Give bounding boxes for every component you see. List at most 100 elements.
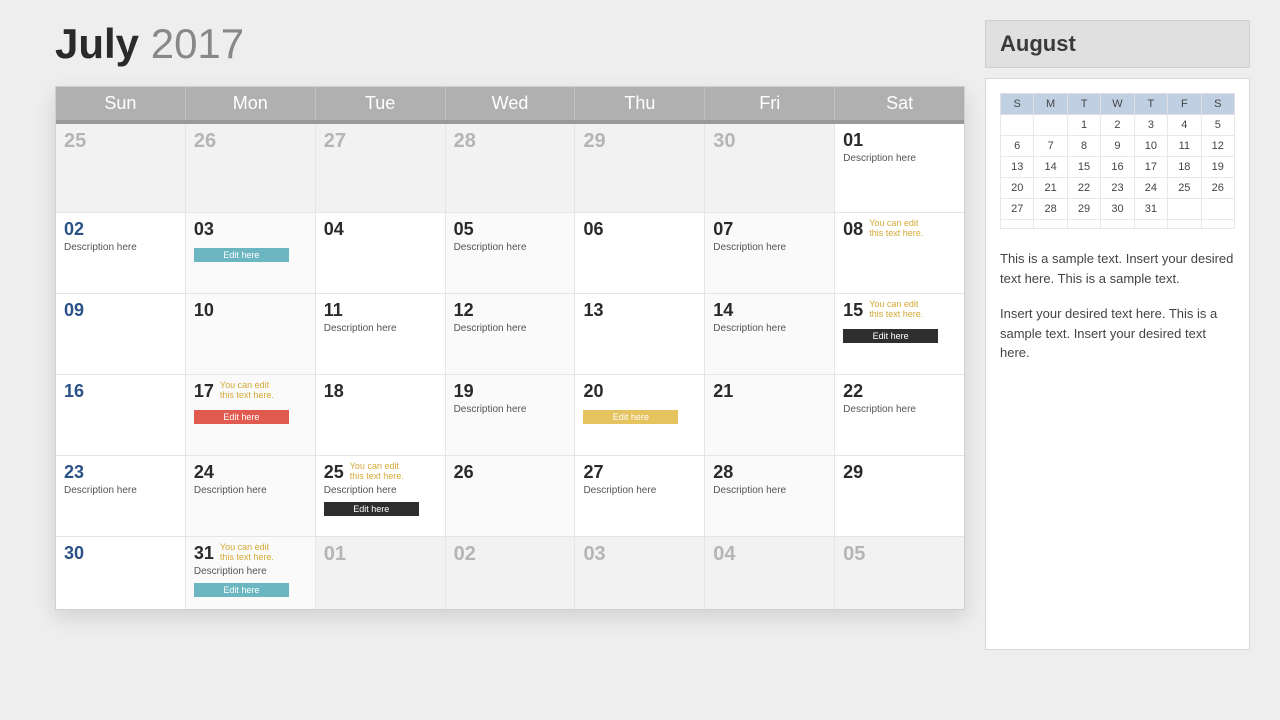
calendar-day[interactable]: 03 Edit here: [186, 213, 316, 293]
event-tag[interactable]: Edit here: [194, 583, 289, 597]
calendar-day[interactable]: 17You can edit this text here.Edit here: [186, 375, 316, 455]
day-number: 29: [843, 462, 863, 483]
calendar-day[interactable]: 06: [575, 213, 705, 293]
mini-day: [1034, 220, 1067, 229]
event-tag[interactable]: Edit here: [843, 329, 938, 343]
mini-day: 14: [1034, 157, 1067, 178]
event-tag[interactable]: Edit here: [324, 502, 419, 516]
day-number: 26: [194, 130, 216, 153]
day-number: 08: [843, 219, 863, 240]
day-number: 29: [583, 130, 605, 153]
calendar-day[interactable]: 12Description here: [446, 294, 576, 374]
calendar-day[interactable]: 02: [446, 537, 576, 609]
mini-day: 21: [1034, 178, 1067, 199]
calendar-week: 16 17You can edit this text here.Edit her…: [56, 375, 964, 456]
day-number: 25: [64, 130, 86, 153]
calendar-day[interactable]: 21: [705, 375, 835, 455]
calendar-day[interactable]: 25: [56, 124, 186, 212]
calendar-day[interactable]: 01Description here: [835, 124, 964, 212]
mini-day: 16: [1101, 157, 1134, 178]
mini-day: [1034, 115, 1067, 136]
day-number: 24: [194, 462, 214, 483]
calendar-day[interactable]: 05Description here: [446, 213, 576, 293]
mini-day: 3: [1134, 115, 1167, 136]
calendar-day[interactable]: 23Description here: [56, 456, 186, 536]
calendar-day[interactable]: 01: [316, 537, 446, 609]
calendar-day[interactable]: 31You can edit this text here.Descriptio…: [186, 537, 316, 609]
calendar-day[interactable]: 26: [186, 124, 316, 212]
calendar-day[interactable]: 07Description here: [705, 213, 835, 293]
day-header: Thu: [575, 87, 705, 120]
calendar-week: 3031You can edit this text here.Descript…: [56, 537, 964, 609]
day-number: 13: [583, 300, 603, 321]
day-description: Description here: [843, 153, 956, 164]
calendar-day[interactable]: 29: [835, 456, 964, 536]
mini-day: 18: [1168, 157, 1201, 178]
day-number: 02: [64, 219, 84, 240]
calendar-day[interactable]: 03: [575, 537, 705, 609]
day-number: 15: [843, 300, 863, 321]
calendar-day[interactable]: 04: [316, 213, 446, 293]
calendar-day[interactable]: 27: [316, 124, 446, 212]
day-description: Description here: [583, 485, 696, 496]
event-tag[interactable]: Edit here: [194, 248, 289, 262]
calendar-day[interactable]: 11Description here: [316, 294, 446, 374]
calendar-day[interactable]: 30: [56, 537, 186, 609]
day-number: 05: [454, 219, 474, 240]
calendar-day[interactable]: 18: [316, 375, 446, 455]
day-header-row: SunMonTueWedThuFriSat: [56, 87, 964, 124]
day-number: 03: [583, 543, 605, 566]
side-panel: SMTWTFS123456789101112131415161718192021…: [985, 78, 1250, 650]
calendar-day[interactable]: 26: [446, 456, 576, 536]
calendar-day[interactable]: 08You can edit this text here.: [835, 213, 964, 293]
event-tag[interactable]: Edit here: [194, 410, 289, 424]
calendar-day[interactable]: 28Description here: [705, 456, 835, 536]
day-number: 03: [194, 219, 214, 240]
day-number: 22: [843, 381, 863, 402]
calendar-day[interactable]: 04: [705, 537, 835, 609]
day-description: Description here: [713, 323, 826, 334]
mini-day: 13: [1001, 157, 1034, 178]
mini-day: [1134, 220, 1167, 229]
mini-day: [1101, 220, 1134, 229]
mini-day: 28: [1034, 199, 1067, 220]
day-description: Description here: [454, 404, 567, 415]
day-number: 21: [713, 381, 733, 402]
calendar-day[interactable]: 28: [446, 124, 576, 212]
calendar-title: July 2017: [55, 20, 965, 68]
calendar-day[interactable]: 30: [705, 124, 835, 212]
calendar-day[interactable]: 09: [56, 294, 186, 374]
calendar-week: 091011Description here12Description here…: [56, 294, 964, 375]
mini-day: [1168, 220, 1201, 229]
calendar-day[interactable]: 22Description here: [835, 375, 964, 455]
day-number: 16: [64, 381, 84, 402]
day-header: Sat: [835, 87, 964, 120]
calendar-day[interactable]: 14Description here: [705, 294, 835, 374]
day-number: 04: [713, 543, 735, 566]
calendar-day[interactable]: 02Description here: [56, 213, 186, 293]
calendar-day[interactable]: 25You can edit this text here.Descriptio…: [316, 456, 446, 536]
calendar-week: 25 26 2728 29 3001Description here: [56, 124, 964, 213]
calendar-day[interactable]: 24Description here: [186, 456, 316, 536]
calendar-day[interactable]: 05: [835, 537, 964, 609]
calendar-day[interactable]: 19Description here: [446, 375, 576, 455]
title-year: 2017: [151, 20, 244, 67]
calendar-day[interactable]: 10: [186, 294, 316, 374]
day-number: 11: [324, 300, 343, 321]
calendar-day[interactable]: 15You can edit this text here.Edit here: [835, 294, 964, 374]
mini-day: 4: [1168, 115, 1201, 136]
day-note: You can edit this text here.: [350, 462, 410, 482]
calendar-day[interactable]: 13: [575, 294, 705, 374]
event-tag[interactable]: Edit here: [583, 410, 678, 424]
day-number: 25: [324, 462, 344, 483]
calendar-day[interactable]: 16: [56, 375, 186, 455]
mini-day-header: S: [1201, 94, 1234, 115]
mini-day: [1001, 115, 1034, 136]
mini-day: 9: [1101, 136, 1134, 157]
calendar-day[interactable]: 20Edit here: [575, 375, 705, 455]
calendar-day[interactable]: 27Description here: [575, 456, 705, 536]
calendar-day[interactable]: 29: [575, 124, 705, 212]
mini-day: 30: [1101, 199, 1134, 220]
mini-day: 15: [1067, 157, 1100, 178]
day-header: Sun: [56, 87, 186, 120]
